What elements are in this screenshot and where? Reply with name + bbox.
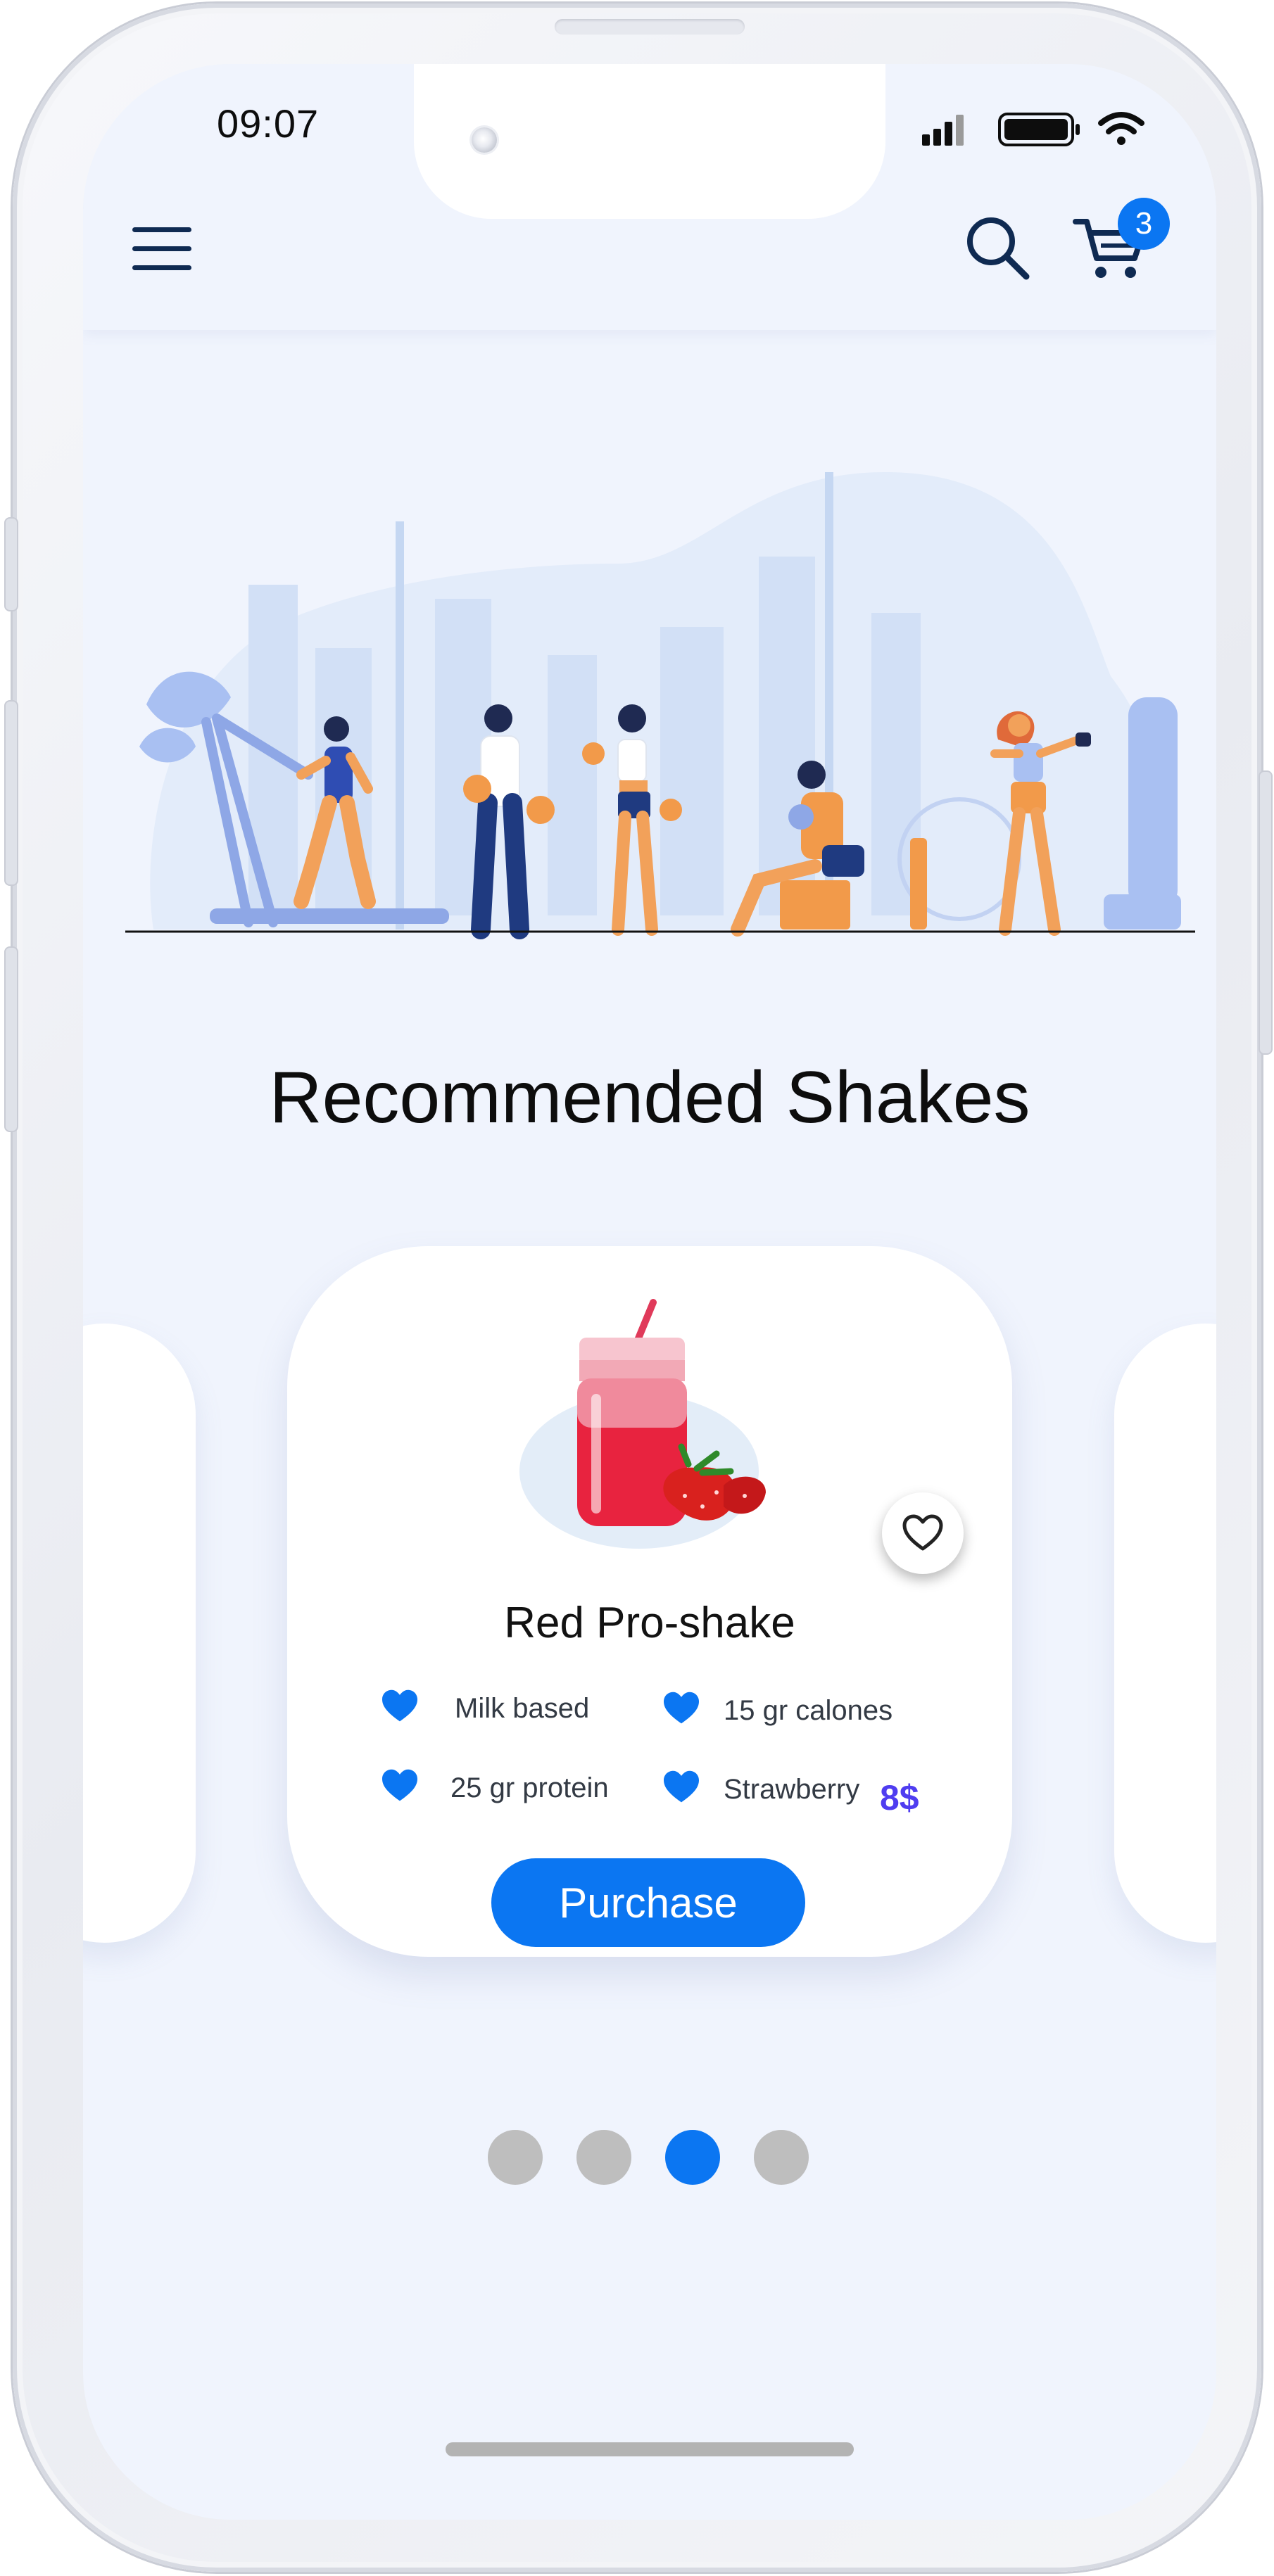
status-time: 09:07	[217, 101, 320, 146]
gym-hero-illustration	[125, 472, 1195, 939]
hamburger-menu-icon[interactable]	[132, 224, 191, 274]
notch	[414, 64, 885, 219]
home-indicator[interactable]	[446, 2442, 854, 2456]
feature-label: 25 gr protein	[450, 1772, 609, 1803]
product-price: 8$	[880, 1778, 919, 1817]
favorite-button[interactable]	[882, 1492, 964, 1574]
mute-switch	[4, 517, 18, 611]
shake-card[interactable]: Red Pro-shake Milk based 15 gr calones 2…	[287, 1246, 1012, 1957]
feature-flavor: Strawberry	[662, 1765, 873, 1808]
pagination-dot-4[interactable]	[754, 2130, 809, 2185]
feature-label: Strawberry	[724, 1774, 860, 1805]
feature-label: 15 gr calones	[724, 1695, 893, 1726]
signal-icon	[922, 115, 964, 146]
feature-protein: 25 gr protein	[380, 1764, 633, 1806]
heart-icon	[382, 1689, 417, 1722]
product-name: Red Pro-shake	[504, 1599, 795, 1647]
heart-icon	[382, 1769, 417, 1801]
wifi-icon	[1098, 112, 1144, 145]
phone-frame: 09:07 3 Recommended Shakes Red Pro-shake…	[4, 4, 1273, 2572]
search-icon[interactable]	[963, 212, 1033, 282]
power-button	[1259, 770, 1273, 1055]
previous-shake-card[interactable]	[83, 1324, 196, 1943]
heart-icon	[664, 1692, 699, 1724]
pagination-dot-2[interactable]	[576, 2130, 631, 2185]
heart-outline-icon	[902, 1514, 943, 1551]
battery-icon	[998, 113, 1080, 146]
feature-label: Milk based	[455, 1693, 590, 1724]
strawberry-shake-illustration	[519, 1299, 766, 1549]
front-camera	[472, 127, 497, 153]
cart-count-badge: 3	[1118, 198, 1170, 250]
volume-up-button	[4, 700, 18, 886]
section-title: Recommended Shakes	[269, 1057, 1030, 1138]
volume-down-button	[4, 946, 18, 1132]
status-icons	[922, 112, 1144, 146]
next-shake-card[interactable]	[1114, 1324, 1216, 1943]
heart-icon	[664, 1770, 699, 1803]
carousel-pagination	[488, 2130, 812, 2186]
earpiece-speaker	[555, 19, 745, 34]
app-header: 09:07 3	[83, 64, 1216, 330]
purchase-button[interactable]: Purchase	[491, 1858, 805, 1947]
feature-milk-based: Milk based	[380, 1684, 605, 1727]
feature-calories: 15 gr calones	[662, 1687, 915, 1729]
pagination-dot-1[interactable]	[488, 2130, 543, 2185]
pagination-dot-3-active[interactable]	[665, 2130, 720, 2185]
app-screen: 09:07 3 Recommended Shakes Red Pro-shake…	[83, 64, 1216, 2520]
